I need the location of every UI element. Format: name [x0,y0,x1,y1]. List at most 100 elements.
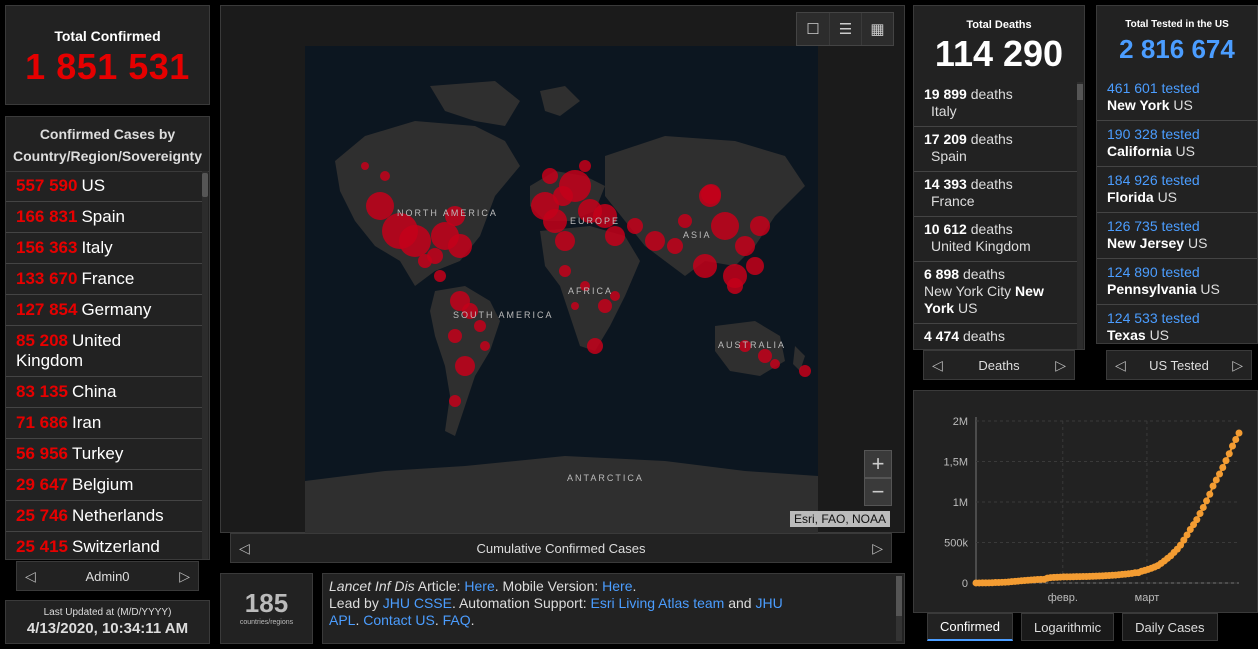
article-link[interactable]: Here [464,578,494,594]
country-row[interactable]: 85 208 United Kingdom [6,326,202,377]
scroll-thumb[interactable] [202,173,208,197]
data-point[interactable] [1229,442,1237,450]
case-marker[interactable] [455,356,475,376]
case-marker[interactable] [605,226,625,246]
deaths-row[interactable]: 17 209 deaths Spain [914,127,1079,172]
case-marker[interactable] [418,254,432,268]
case-marker[interactable] [678,214,692,228]
case-marker[interactable] [366,192,394,220]
country-row[interactable]: 29 647 Belgium [6,470,202,501]
deaths-row[interactable]: 19 899 deaths Italy [914,82,1079,127]
info-scrollbar[interactable] [896,576,902,641]
data-point[interactable] [1196,510,1204,518]
case-marker[interactable] [361,162,369,170]
case-marker[interactable] [448,234,472,258]
case-marker[interactable] [723,264,747,288]
data-point[interactable] [1193,516,1201,524]
tab-confirmed[interactable]: Confirmed [927,613,1013,641]
jhu-apl-link-part2[interactable]: APL [329,612,355,628]
faq-link[interactable]: FAQ [443,612,471,628]
qr-icon[interactable]: ▦ [861,13,893,45]
jhu-csse-link[interactable]: JHU CSSE [383,595,452,611]
deaths-scrollbar[interactable] [1077,82,1083,349]
chevron-left-icon[interactable]: ◁ [1115,357,1126,374]
case-marker[interactable] [645,231,665,251]
chevron-left-icon[interactable]: ◁ [932,357,943,374]
case-marker[interactable] [559,265,571,277]
country-list-scrollbar[interactable] [202,171,208,559]
case-marker[interactable] [474,320,486,332]
tested-row[interactable]: 184 926 tested Florida US [1097,167,1257,213]
tested-row[interactable]: 126 735 tested New Jersey US [1097,213,1257,259]
data-point[interactable] [1206,490,1214,498]
case-marker[interactable] [799,365,811,377]
data-point[interactable] [1232,436,1240,444]
deaths-row[interactable]: 10 612 deaths United Kingdom [914,217,1079,262]
country-row[interactable]: 56 956 Turkey [6,439,202,470]
tested-row[interactable]: 190 328 tested California US [1097,121,1257,167]
case-marker[interactable] [571,302,579,310]
jhu-apl-link-part1[interactable]: JHU [755,595,782,611]
data-point[interactable] [1216,470,1224,478]
zoom-in-button[interactable]: + [864,450,892,478]
country-row[interactable]: 83 135 China [6,377,202,408]
case-marker[interactable] [750,216,770,236]
country-row[interactable]: 156 363 Italy [6,233,202,264]
case-marker[interactable] [587,338,603,354]
country-row[interactable]: 166 831 Spain [6,202,202,233]
chevron-right-icon[interactable]: ▷ [179,568,190,585]
case-marker[interactable] [770,359,780,369]
case-marker[interactable] [543,209,567,233]
list-icon[interactable]: ☰ [829,13,861,45]
case-marker[interactable] [559,170,591,202]
case-marker[interactable] [434,270,446,282]
case-marker[interactable] [693,254,717,278]
case-marker[interactable] [758,349,772,363]
data-point[interactable] [1212,476,1220,484]
case-marker[interactable] [667,238,683,254]
esri-link[interactable]: Esri Living Atlas team [590,595,724,611]
world-map[interactable]: NORTH AMERICA SOUTH AMERICA EUROPE ASIA … [305,46,818,536]
case-marker[interactable] [449,395,461,407]
country-row[interactable]: 557 590 US [6,171,202,202]
case-marker[interactable] [399,225,431,257]
data-point[interactable] [1219,463,1227,471]
chevron-left-icon[interactable]: ◁ [239,540,250,557]
case-marker[interactable] [542,168,558,184]
tested-row[interactable]: 461 601 tested New York US [1097,75,1257,121]
deaths-row[interactable]: 14 393 deaths France [914,172,1079,217]
country-row[interactable]: 127 854 Germany [6,295,202,326]
case-marker[interactable] [480,341,490,351]
case-marker[interactable] [598,299,612,313]
bookmark-icon[interactable]: ☐ [797,13,829,45]
data-point[interactable] [1209,482,1217,490]
data-point[interactable] [1199,503,1207,511]
case-marker[interactable] [579,160,591,172]
case-marker[interactable] [555,231,575,251]
data-point[interactable] [1203,497,1211,505]
chevron-right-icon[interactable]: ▷ [1055,357,1066,374]
chevron-right-icon[interactable]: ▷ [1232,357,1243,374]
case-marker[interactable] [746,257,764,275]
data-point[interactable] [1225,450,1233,458]
tab-daily-cases[interactable]: Daily Cases [1122,613,1218,641]
deaths-row[interactable]: 6 898 deaths New York City New York US [914,262,1079,324]
data-point[interactable] [1222,457,1230,465]
country-row[interactable]: 25 746 Netherlands [6,501,202,532]
data-point[interactable] [1235,429,1243,437]
case-marker[interactable] [627,218,643,234]
tab-logarithmic[interactable]: Logarithmic [1020,613,1115,641]
mobile-version-link[interactable]: Here [602,578,632,594]
tested-row[interactable]: 124 890 tested Pennsylvania US [1097,259,1257,305]
case-marker[interactable] [701,184,721,204]
chevron-left-icon[interactable]: ◁ [25,568,36,585]
chevron-right-icon[interactable]: ▷ [872,540,883,557]
zoom-out-button[interactable]: − [864,478,892,506]
country-row[interactable]: 25 415 Switzerland [6,532,202,559]
case-marker[interactable] [711,212,739,240]
case-marker[interactable] [448,329,462,343]
country-row[interactable]: 71 686 Iran [6,408,202,439]
case-marker[interactable] [735,236,755,256]
case-marker[interactable] [380,171,390,181]
contact-link[interactable]: Contact US [363,612,435,628]
